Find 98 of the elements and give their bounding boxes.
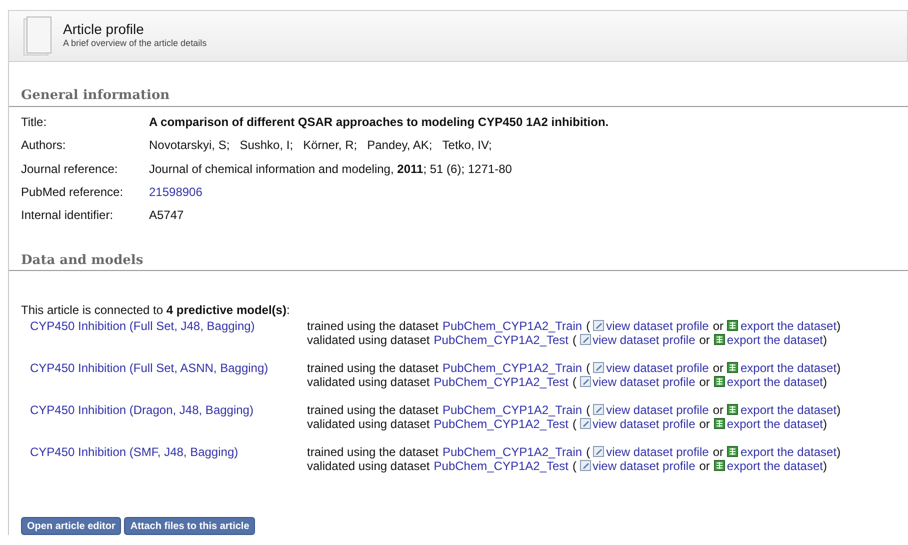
models-intro: This article is connected to 4 predictive model(s): bbox=[20, 302, 290, 320]
paren: ) bbox=[823, 459, 827, 474]
pencil-icon bbox=[593, 446, 604, 458]
pencil-icon bbox=[580, 460, 591, 472]
paren: ) bbox=[836, 361, 841, 376]
dataset-link[interactable]: PubChem_CYP1A2_Test bbox=[434, 417, 569, 432]
view-profile-link[interactable]: view dataset profile bbox=[593, 361, 709, 376]
author-name: Sushko, I; bbox=[240, 137, 294, 154]
export-link[interactable]: export the dataset bbox=[714, 459, 823, 474]
pencil-icon bbox=[580, 376, 591, 388]
section-heading: Data and models bbox=[21, 252, 144, 268]
field-value: Journal of chemical information and modeling, 2011; 51 (6); 1271-80 bbox=[149, 160, 512, 178]
paren: ( bbox=[572, 417, 577, 432]
pubmed-link[interactable]: 21598906 bbox=[149, 182, 202, 201]
view-profile-link[interactable]: view dataset profile bbox=[580, 333, 696, 348]
or-text: or bbox=[699, 459, 710, 474]
view-profile-link[interactable]: view dataset profile bbox=[593, 445, 709, 460]
author-name: Pandey, AK; bbox=[367, 137, 432, 154]
export-link[interactable]: export the dataset bbox=[714, 375, 823, 390]
pencil-icon bbox=[580, 418, 591, 430]
dataset-link[interactable]: PubChem_CYP1A2_Train bbox=[442, 403, 582, 418]
section-heading: General information bbox=[21, 88, 170, 103]
paren: ( bbox=[572, 333, 577, 348]
field-label: Internal identifier: bbox=[21, 207, 114, 224]
view-profile-link[interactable]: view dataset profile bbox=[593, 403, 709, 418]
spreadsheet-icon bbox=[714, 460, 725, 472]
dataset-link[interactable]: PubChem_CYP1A2_Train bbox=[442, 319, 582, 334]
export-link[interactable]: export the dataset bbox=[727, 445, 837, 460]
paren: ( bbox=[586, 319, 590, 334]
action-button[interactable]: Open article editor bbox=[21, 517, 122, 536]
paren: ( bbox=[586, 361, 590, 376]
author-name: Novotarskyi, S; bbox=[149, 137, 230, 154]
action-button[interactable]: Attach files to this article bbox=[124, 517, 256, 536]
dataset-link[interactable]: PubChem_CYP1A2_Test bbox=[434, 459, 569, 474]
pencil-icon bbox=[593, 320, 604, 332]
or-text: or bbox=[699, 417, 710, 432]
spreadsheet-icon bbox=[727, 404, 738, 416]
dataset-label: validated using dataset bbox=[307, 375, 430, 390]
or-text: or bbox=[712, 445, 724, 460]
view-profile-link[interactable]: view dataset profile bbox=[593, 319, 709, 334]
dataset-link[interactable]: PubChem_CYP1A2_Test bbox=[434, 375, 569, 390]
dataset-link[interactable]: PubChem_CYP1A2_Train bbox=[442, 361, 582, 376]
paren: ( bbox=[586, 445, 590, 460]
pencil-icon bbox=[593, 362, 604, 374]
dataset-label: validated using dataset bbox=[307, 333, 430, 348]
author-name: Körner, R; bbox=[303, 137, 358, 154]
paren: ) bbox=[836, 445, 841, 460]
paren: ) bbox=[823, 375, 827, 390]
document-icon bbox=[23, 16, 53, 56]
spreadsheet-icon bbox=[714, 376, 725, 388]
model-link[interactable]: CYP450 Inhibition (SMF, J48, Bagging) bbox=[30, 445, 307, 474]
view-profile-link[interactable]: view dataset profile bbox=[580, 459, 696, 474]
paren: ( bbox=[572, 375, 577, 390]
dataset-label: validated using dataset bbox=[307, 459, 430, 474]
dataset-label: trained using the dataset bbox=[307, 319, 438, 334]
dataset-label: trained using the dataset bbox=[307, 361, 438, 376]
or-text: or bbox=[712, 361, 724, 376]
spreadsheet-icon bbox=[714, 418, 725, 430]
dataset-link[interactable]: PubChem_CYP1A2_Train bbox=[442, 445, 582, 460]
or-text: or bbox=[699, 333, 710, 348]
article-title: A comparison of different QSAR approaches to modeling CYP450 1A2 inhibition. bbox=[149, 114, 609, 132]
paren: ) bbox=[836, 319, 841, 334]
export-link[interactable]: export the dataset bbox=[714, 333, 823, 348]
view-profile-link[interactable]: view dataset profile bbox=[580, 375, 696, 390]
page-subtitle: A brief overview of the article details bbox=[63, 37, 207, 50]
spreadsheet-icon bbox=[714, 334, 725, 346]
pencil-icon bbox=[593, 404, 604, 416]
paren: ) bbox=[823, 417, 827, 432]
author-name: Tetko, IV; bbox=[442, 137, 492, 154]
export-link[interactable]: export the dataset bbox=[727, 403, 837, 418]
spreadsheet-icon bbox=[727, 320, 738, 332]
or-text: or bbox=[712, 403, 724, 418]
page-title: Article profile bbox=[63, 21, 145, 38]
dataset-link[interactable]: PubChem_CYP1A2_Test bbox=[434, 333, 569, 348]
view-profile-link[interactable]: view dataset profile bbox=[580, 417, 696, 432]
export-link[interactable]: export the dataset bbox=[714, 417, 823, 432]
model-link[interactable]: CYP450 Inhibition (Full Set, J48, Bagging) bbox=[30, 319, 307, 348]
field-value: A5747 bbox=[149, 207, 184, 224]
field-label: Title: bbox=[21, 114, 48, 132]
paren: ) bbox=[823, 333, 827, 348]
export-link[interactable]: export the dataset bbox=[727, 319, 837, 334]
pencil-icon bbox=[580, 334, 591, 346]
or-text: or bbox=[712, 319, 724, 334]
field-label: PubMed reference: bbox=[21, 184, 124, 201]
field-label: Authors: bbox=[21, 137, 67, 154]
dataset-label: trained using the dataset bbox=[307, 403, 438, 418]
paren: ( bbox=[572, 459, 577, 474]
export-link[interactable]: export the dataset bbox=[727, 361, 837, 376]
model-link[interactable]: CYP450 Inhibition (Full Set, ASNN, Bagging) bbox=[30, 361, 307, 390]
or-text: or bbox=[699, 375, 710, 390]
field-label: Journal reference: bbox=[21, 160, 119, 178]
dataset-label: validated using dataset bbox=[307, 417, 430, 432]
dataset-label: trained using the dataset bbox=[307, 445, 438, 460]
paren: ( bbox=[586, 403, 590, 418]
spreadsheet-icon bbox=[727, 362, 738, 374]
spreadsheet-icon bbox=[727, 446, 738, 458]
model-link[interactable]: CYP450 Inhibition (Dragon, J48, Bagging) bbox=[30, 403, 307, 432]
paren: ) bbox=[836, 403, 841, 418]
